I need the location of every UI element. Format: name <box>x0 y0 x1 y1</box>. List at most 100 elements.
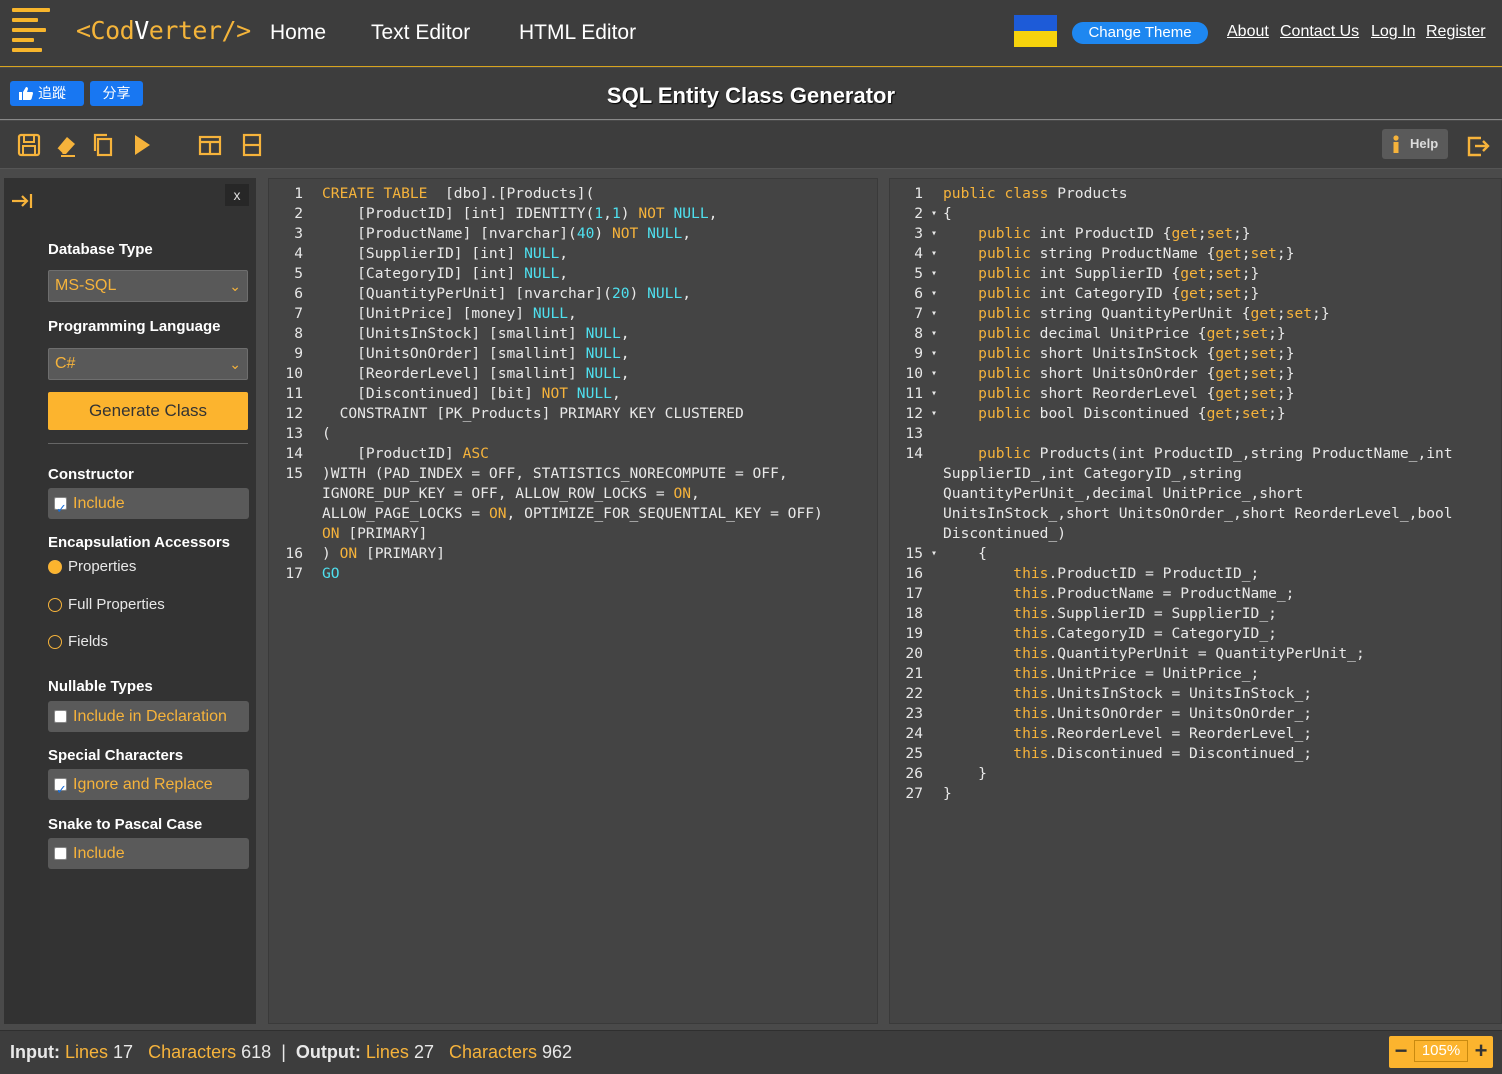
code-line[interactable]: public short UnitsInStock {get;set;} <box>943 344 1294 364</box>
fold-arrow-icon[interactable]: ▾ <box>927 204 937 224</box>
code-line[interactable]: GO <box>322 564 340 584</box>
code-line[interactable]: Discontinued_) <box>943 524 1066 544</box>
site-logo[interactable]: <CodVerter/> <box>76 16 251 45</box>
nullable-include-checkbox[interactable]: Include in Declaration <box>48 701 249 732</box>
radio-fields[interactable]: Fields <box>48 632 108 652</box>
menu-lines-icon[interactable] <box>12 8 54 52</box>
database-type-select[interactable]: MS-SQL ⌄ <box>48 270 248 302</box>
run-icon[interactable] <box>129 132 155 158</box>
code-token: CREATE TABLE <box>322 185 428 202</box>
csharp-output-editor[interactable]: 1 public class Products 2 ▾{3 ▾ public int P… <box>889 178 1502 1024</box>
fold-arrow-icon[interactable]: ▾ <box>927 404 937 424</box>
sql-input-editor[interactable]: 1 CREATE TABLE [dbo].[Products](2 [Produc… <box>268 178 878 1024</box>
code-line[interactable]: SupplierID_,int CategoryID_,string <box>943 464 1242 484</box>
code-line[interactable]: CONSTRAINT [PK_Products] PRIMARY KEY CLU… <box>322 404 744 424</box>
code-line[interactable]: [UnitPrice] [money] NULL, <box>322 304 577 324</box>
help-button[interactable]: Help <box>1382 129 1448 159</box>
code-line[interactable]: this.ProductName = ProductName_; <box>943 584 1294 604</box>
code-line[interactable]: [CategoryID] [int] NULL, <box>322 264 568 284</box>
code-line[interactable]: public Products(int ProductID_,string Pr… <box>943 444 1452 464</box>
line-number: 14 <box>285 445 303 462</box>
code-line[interactable]: [UnitsOnOrder] [smallint] NULL, <box>322 344 629 364</box>
fold-arrow-icon[interactable]: ▾ <box>927 284 937 304</box>
code-line[interactable]: public short ReorderLevel {get;set;} <box>943 384 1294 404</box>
language-select[interactable]: C# ⌄ <box>48 348 248 380</box>
code-line[interactable]: ALLOW_PAGE_LOCKS = ON, OPTIMIZE_FOR_SEQU… <box>322 504 823 524</box>
code-line[interactable]: this.UnitsOnOrder = UnitsOnOrder_; <box>943 704 1312 724</box>
code-line[interactable]: ) ON [PRIMARY] <box>322 544 445 564</box>
code-line[interactable]: public short UnitsOnOrder {get;set;} <box>943 364 1294 384</box>
code-line[interactable]: public int SupplierID {get;set;} <box>943 264 1259 284</box>
fold-arrow-icon[interactable]: ▾ <box>927 384 937 404</box>
fold-arrow-icon[interactable]: ▾ <box>927 344 937 364</box>
code-line[interactable]: public int ProductID {get;set;} <box>943 224 1250 244</box>
zoom-in-button[interactable]: + <box>1470 1038 1492 1064</box>
code-line[interactable]: ( <box>322 424 331 444</box>
fold-arrow-icon[interactable]: ▾ <box>927 324 937 344</box>
code-line[interactable]: public int CategoryID {get;set;} <box>943 284 1259 304</box>
code-line[interactable]: { <box>943 544 987 564</box>
eraser-icon[interactable] <box>53 132 79 158</box>
code-line[interactable]: [SupplierID] [int] NULL, <box>322 244 568 264</box>
constructor-include-checkbox[interactable]: Include <box>48 488 249 524</box>
code-line[interactable]: ON [PRIMARY] <box>322 524 427 544</box>
collapse-arrow-icon[interactable] <box>10 192 34 210</box>
nav-html-editor[interactable]: HTML Editor <box>519 21 636 45</box>
code-line[interactable]: } <box>943 784 952 804</box>
code-line[interactable]: { <box>943 204 952 224</box>
code-line[interactable]: this.ReorderLevel = ReorderLevel_; <box>943 724 1312 744</box>
fold-arrow-icon[interactable]: ▾ <box>927 244 937 264</box>
code-line[interactable]: [ProductID] ASC <box>322 444 489 464</box>
special-characters-checkbox[interactable]: Ignore and Replace <box>48 769 249 805</box>
code-line[interactable]: public class Products <box>943 184 1128 204</box>
code-line[interactable]: IGNORE_DUP_KEY = OFF, ALLOW_ROW_LOCKS = … <box>322 484 700 504</box>
code-line[interactable]: public string ProductName {get;set;} <box>943 244 1294 264</box>
code-line[interactable]: this.UnitsInStock = UnitsInStock_; <box>943 684 1312 704</box>
code-line[interactable]: this.CategoryID = CategoryID_; <box>943 624 1277 644</box>
fold-arrow-icon[interactable]: ▾ <box>927 304 937 324</box>
code-line[interactable]: } <box>943 764 987 784</box>
nav-text-editor[interactable]: Text Editor <box>371 21 470 45</box>
generate-class-button[interactable]: Generate Class <box>48 392 248 430</box>
contact-link[interactable]: Contact Us <box>1280 23 1359 41</box>
register-link[interactable]: Register <box>1426 23 1486 41</box>
code-line[interactable]: this.Discontinued = Discontinued_; <box>943 744 1312 764</box>
code-line[interactable]: [UnitsInStock] [smallint] NULL, <box>322 324 629 344</box>
code-line[interactable]: this.QuantityPerUnit = QuantityPerUnit_; <box>943 644 1364 664</box>
code-token: short UnitsOnOrder { <box>1030 365 1216 382</box>
export-icon[interactable] <box>1465 133 1491 159</box>
code-line[interactable]: this.SupplierID = SupplierID_; <box>943 604 1277 624</box>
fold-arrow-icon[interactable]: ▾ <box>927 364 937 384</box>
code-line[interactable]: public string QuantityPerUnit {get;set;} <box>943 304 1329 324</box>
code-token: get <box>1171 225 1198 242</box>
change-theme-button[interactable]: Change Theme <box>1072 22 1208 44</box>
code-line[interactable]: [QuantityPerUnit] [nvarchar](20) NULL, <box>322 284 691 304</box>
code-line[interactable]: this.UnitPrice = UnitPrice_; <box>943 664 1259 684</box>
code-line[interactable]: public decimal UnitPrice {get;set;} <box>943 324 1286 344</box>
code-line[interactable]: [Discontinued] [bit] NOT NULL, <box>322 384 621 404</box>
code-line[interactable]: [ProductName] [nvarchar](40) NOT NULL, <box>322 224 691 244</box>
login-link[interactable]: Log In <box>1371 23 1415 41</box>
code-line[interactable]: [ReorderLevel] [smallint] NULL, <box>322 364 629 384</box>
fold-arrow-icon[interactable]: ▾ <box>927 544 937 564</box>
save-icon[interactable] <box>16 132 42 158</box>
about-link[interactable]: About <box>1227 23 1269 41</box>
copy-icon[interactable] <box>90 132 116 158</box>
close-sidebar-button[interactable]: x <box>225 184 249 206</box>
zoom-out-button[interactable]: − <box>1390 1038 1412 1064</box>
fold-arrow-icon[interactable]: ▾ <box>927 224 937 244</box>
code-line[interactable]: public bool Discontinued {get;set;} <box>943 404 1286 424</box>
radio-full-properties[interactable]: Full Properties <box>48 595 165 615</box>
code-line[interactable]: [ProductID] [int] IDENTITY(1,1) NOT NULL… <box>322 204 717 224</box>
nav-home[interactable]: Home <box>270 21 326 45</box>
code-line[interactable]: this.ProductID = ProductID_; <box>943 564 1259 584</box>
snake-case-checkbox[interactable]: Include <box>48 838 249 869</box>
code-line[interactable]: QuantityPerUnit_,decimal UnitPrice_,shor… <box>943 484 1303 504</box>
code-line[interactable]: )WITH (PAD_INDEX = OFF, STATISTICS_NOREC… <box>322 464 788 484</box>
fold-arrow-icon[interactable]: ▾ <box>927 264 937 284</box>
layout-rows-icon[interactable] <box>239 132 265 158</box>
radio-properties[interactable]: Properties <box>48 557 136 577</box>
code-line[interactable]: CREATE TABLE [dbo].[Products]( <box>322 184 594 204</box>
code-line[interactable]: UnitsInStock_,short UnitsOnOrder_,short … <box>943 504 1453 524</box>
layout-columns-icon[interactable] <box>197 132 223 158</box>
